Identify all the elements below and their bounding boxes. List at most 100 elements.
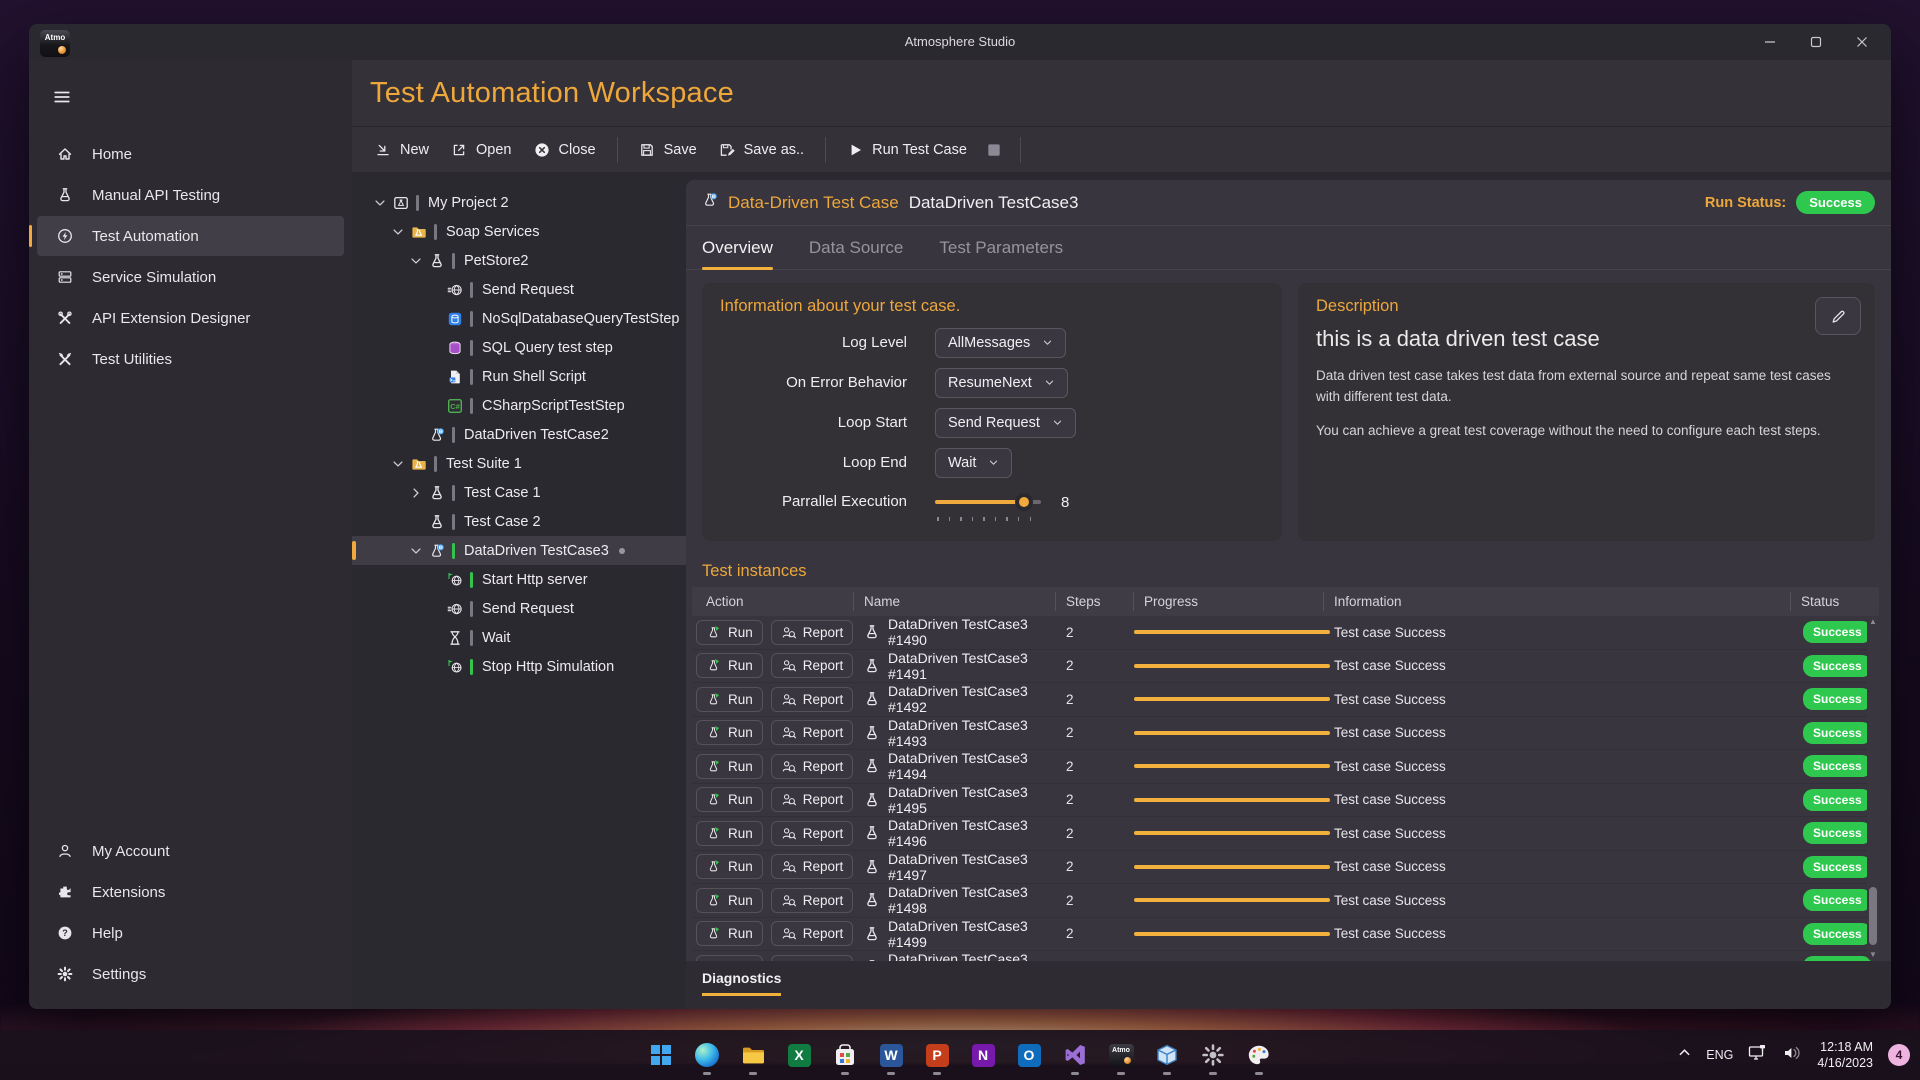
save-as--button[interactable]: Save as.. bbox=[708, 135, 815, 165]
minimize-button[interactable] bbox=[1747, 24, 1793, 60]
taskbar-icon-powerpoint[interactable]: P bbox=[919, 1033, 955, 1077]
sidebar-item-help[interactable]: ?Help bbox=[37, 913, 344, 953]
run-button[interactable]: Run bbox=[696, 620, 763, 645]
report-button[interactable]: Report bbox=[771, 955, 854, 961]
taskbar-icon-word[interactable]: W bbox=[873, 1033, 909, 1077]
tree-item-soap-services[interactable]: Soap Services bbox=[352, 217, 686, 246]
volume-icon[interactable] bbox=[1783, 1045, 1802, 1066]
sidebar-item-my-account[interactable]: My Account bbox=[37, 831, 344, 871]
notification-count-badge[interactable]: 4 bbox=[1888, 1044, 1910, 1066]
log-level-dropdown[interactable]: AllMessages bbox=[935, 328, 1066, 358]
new-button[interactable]: New bbox=[364, 135, 440, 165]
report-button[interactable]: Report bbox=[771, 720, 854, 745]
chevron-down-icon[interactable] bbox=[386, 457, 410, 471]
tree-item-csharpscriptteststep[interactable]: C#CSharpScriptTestStep bbox=[352, 391, 686, 420]
tree-item-start-http-server[interactable]: Start Http server bbox=[352, 565, 686, 594]
run-button[interactable]: Run bbox=[696, 754, 763, 779]
tree-item-send-request[interactable]: Send Request bbox=[352, 275, 686, 304]
tree-item-sql-query-test-step[interactable]: SQL Query test step bbox=[352, 333, 686, 362]
language-indicator[interactable]: ENG bbox=[1706, 1048, 1733, 1062]
report-button[interactable]: Report bbox=[771, 888, 854, 913]
taskbar-icon-virtualbox[interactable] bbox=[1149, 1033, 1185, 1077]
taskbar-icon-paint[interactable] bbox=[1241, 1033, 1277, 1077]
tab-test-parameters[interactable]: Test Parameters bbox=[939, 226, 1063, 269]
chevron-down-icon[interactable] bbox=[404, 544, 428, 558]
parallel-execution-slider[interactable] bbox=[935, 493, 1051, 523]
sidebar-item-home[interactable]: Home bbox=[37, 134, 344, 174]
taskbar-icon-edge[interactable] bbox=[689, 1033, 725, 1077]
close-button[interactable]: Close bbox=[523, 135, 607, 165]
on-error-behavior-dropdown[interactable]: ResumeNext bbox=[935, 368, 1068, 398]
sidebar-item-service-simulation[interactable]: Service Simulation bbox=[37, 257, 344, 297]
sidebar-item-api-extension-designer[interactable]: API Extension Designer bbox=[37, 298, 344, 338]
report-button[interactable]: Report bbox=[771, 921, 854, 946]
titlebar[interactable]: Atmo Atmosphere Studio bbox=[29, 24, 1891, 60]
save-button[interactable]: Save bbox=[628, 135, 708, 165]
loop-start-dropdown[interactable]: Send Request bbox=[935, 408, 1076, 438]
run-button[interactable]: Run bbox=[696, 720, 763, 745]
maximize-button[interactable] bbox=[1793, 24, 1839, 60]
clock[interactable]: 12:18 AM 4/16/2023 bbox=[1817, 1039, 1873, 1072]
taskbar-icon-atmosphere[interactable]: Atmo bbox=[1103, 1033, 1139, 1077]
chevron-right-icon[interactable] bbox=[404, 486, 428, 500]
tree-item-stop-http-simulation[interactable]: Stop Http Simulation bbox=[352, 652, 686, 681]
run-button[interactable]: Run bbox=[696, 653, 763, 678]
tree-item-test-suite-1[interactable]: Test Suite 1 bbox=[352, 449, 686, 478]
report-button[interactable]: Report bbox=[771, 653, 854, 678]
tree-item-nosqldatabasequeryteststep[interactable]: NoSqlDatabaseQueryTestStep bbox=[352, 304, 686, 333]
report-button[interactable]: Report bbox=[771, 821, 854, 846]
run-button[interactable]: Run bbox=[696, 921, 763, 946]
scrollbar-up-arrow[interactable]: ▲ bbox=[1867, 616, 1879, 628]
table-scrollbar[interactable]: ▲ ▼ bbox=[1867, 616, 1879, 961]
network-icon[interactable] bbox=[1748, 1044, 1768, 1067]
tray-expand-icon[interactable] bbox=[1678, 1046, 1691, 1064]
tree-item-test-case-2[interactable]: Test Case 2 bbox=[352, 507, 686, 536]
scrollbar-down-arrow[interactable]: ▼ bbox=[1867, 949, 1879, 961]
menu-toggle-button[interactable] bbox=[45, 84, 79, 114]
sidebar-item-extensions[interactable]: Extensions bbox=[37, 872, 344, 912]
taskbar-icon-onenote[interactable]: N bbox=[965, 1033, 1001, 1077]
tree-item-petstore2[interactable]: PetStore2 bbox=[352, 246, 686, 275]
run-button[interactable]: Run bbox=[696, 821, 763, 846]
taskbar-icon-outlook[interactable]: O bbox=[1011, 1033, 1047, 1077]
taskbar-icon-excel[interactable]: X bbox=[781, 1033, 817, 1077]
tree-item-datadriven-testcase2[interactable]: DataDriven TestCase2 bbox=[352, 420, 686, 449]
report-button[interactable]: Report bbox=[771, 620, 854, 645]
open-button[interactable]: Open bbox=[440, 135, 522, 165]
tree-item-my-project-2[interactable]: My Project 2 bbox=[352, 188, 686, 217]
diagnostics-tab[interactable]: Diagnostics bbox=[702, 970, 781, 996]
stop-test-button[interactable] bbox=[978, 135, 1010, 165]
taskbar-icon-store[interactable] bbox=[827, 1033, 863, 1077]
taskbar-icon-visualstudio[interactable] bbox=[1057, 1033, 1093, 1077]
run-button[interactable]: Run bbox=[696, 854, 763, 879]
sidebar-item-manual-api-testing[interactable]: Manual API Testing bbox=[37, 175, 344, 215]
taskbar-icon-start[interactable] bbox=[643, 1033, 679, 1077]
report-button[interactable]: Report bbox=[771, 787, 854, 812]
run-test-case-button[interactable]: Run Test Case bbox=[836, 135, 978, 165]
tree-item-datadriven-testcase3[interactable]: DataDriven TestCase3 bbox=[352, 536, 686, 565]
run-button[interactable]: Run bbox=[696, 687, 763, 712]
tab-data-source[interactable]: Data Source bbox=[809, 226, 904, 269]
run-button[interactable]: Run bbox=[696, 955, 763, 961]
tab-overview[interactable]: Overview bbox=[702, 226, 773, 269]
close-button[interactable] bbox=[1839, 24, 1885, 60]
run-button[interactable]: Run bbox=[696, 888, 763, 913]
sidebar-item-test-automation[interactable]: Test Automation bbox=[37, 216, 344, 256]
run-button[interactable]: Run bbox=[696, 787, 763, 812]
report-button[interactable]: Report bbox=[771, 754, 854, 779]
chevron-down-icon[interactable] bbox=[386, 225, 410, 239]
loop-end-dropdown[interactable]: Wait bbox=[935, 448, 1012, 478]
report-button[interactable]: Report bbox=[771, 854, 854, 879]
slider-thumb[interactable] bbox=[1015, 493, 1033, 511]
tree-item-run-shell-script[interactable]: Run Shell Script bbox=[352, 362, 686, 391]
tree-item-test-case-1[interactable]: Test Case 1 bbox=[352, 478, 686, 507]
scrollbar-thumb[interactable] bbox=[1869, 887, 1877, 945]
report-button[interactable]: Report bbox=[771, 687, 854, 712]
sidebar-item-settings[interactable]: Settings bbox=[37, 954, 344, 994]
chevron-down-icon[interactable] bbox=[404, 254, 428, 268]
taskbar-icon-explorer[interactable] bbox=[735, 1033, 771, 1077]
tree-item-send-request[interactable]: Send Request bbox=[352, 594, 686, 623]
chevron-down-icon[interactable] bbox=[368, 196, 392, 210]
taskbar-icon-settings[interactable] bbox=[1195, 1033, 1231, 1077]
sidebar-item-test-utilities[interactable]: Test Utilities bbox=[37, 339, 344, 379]
